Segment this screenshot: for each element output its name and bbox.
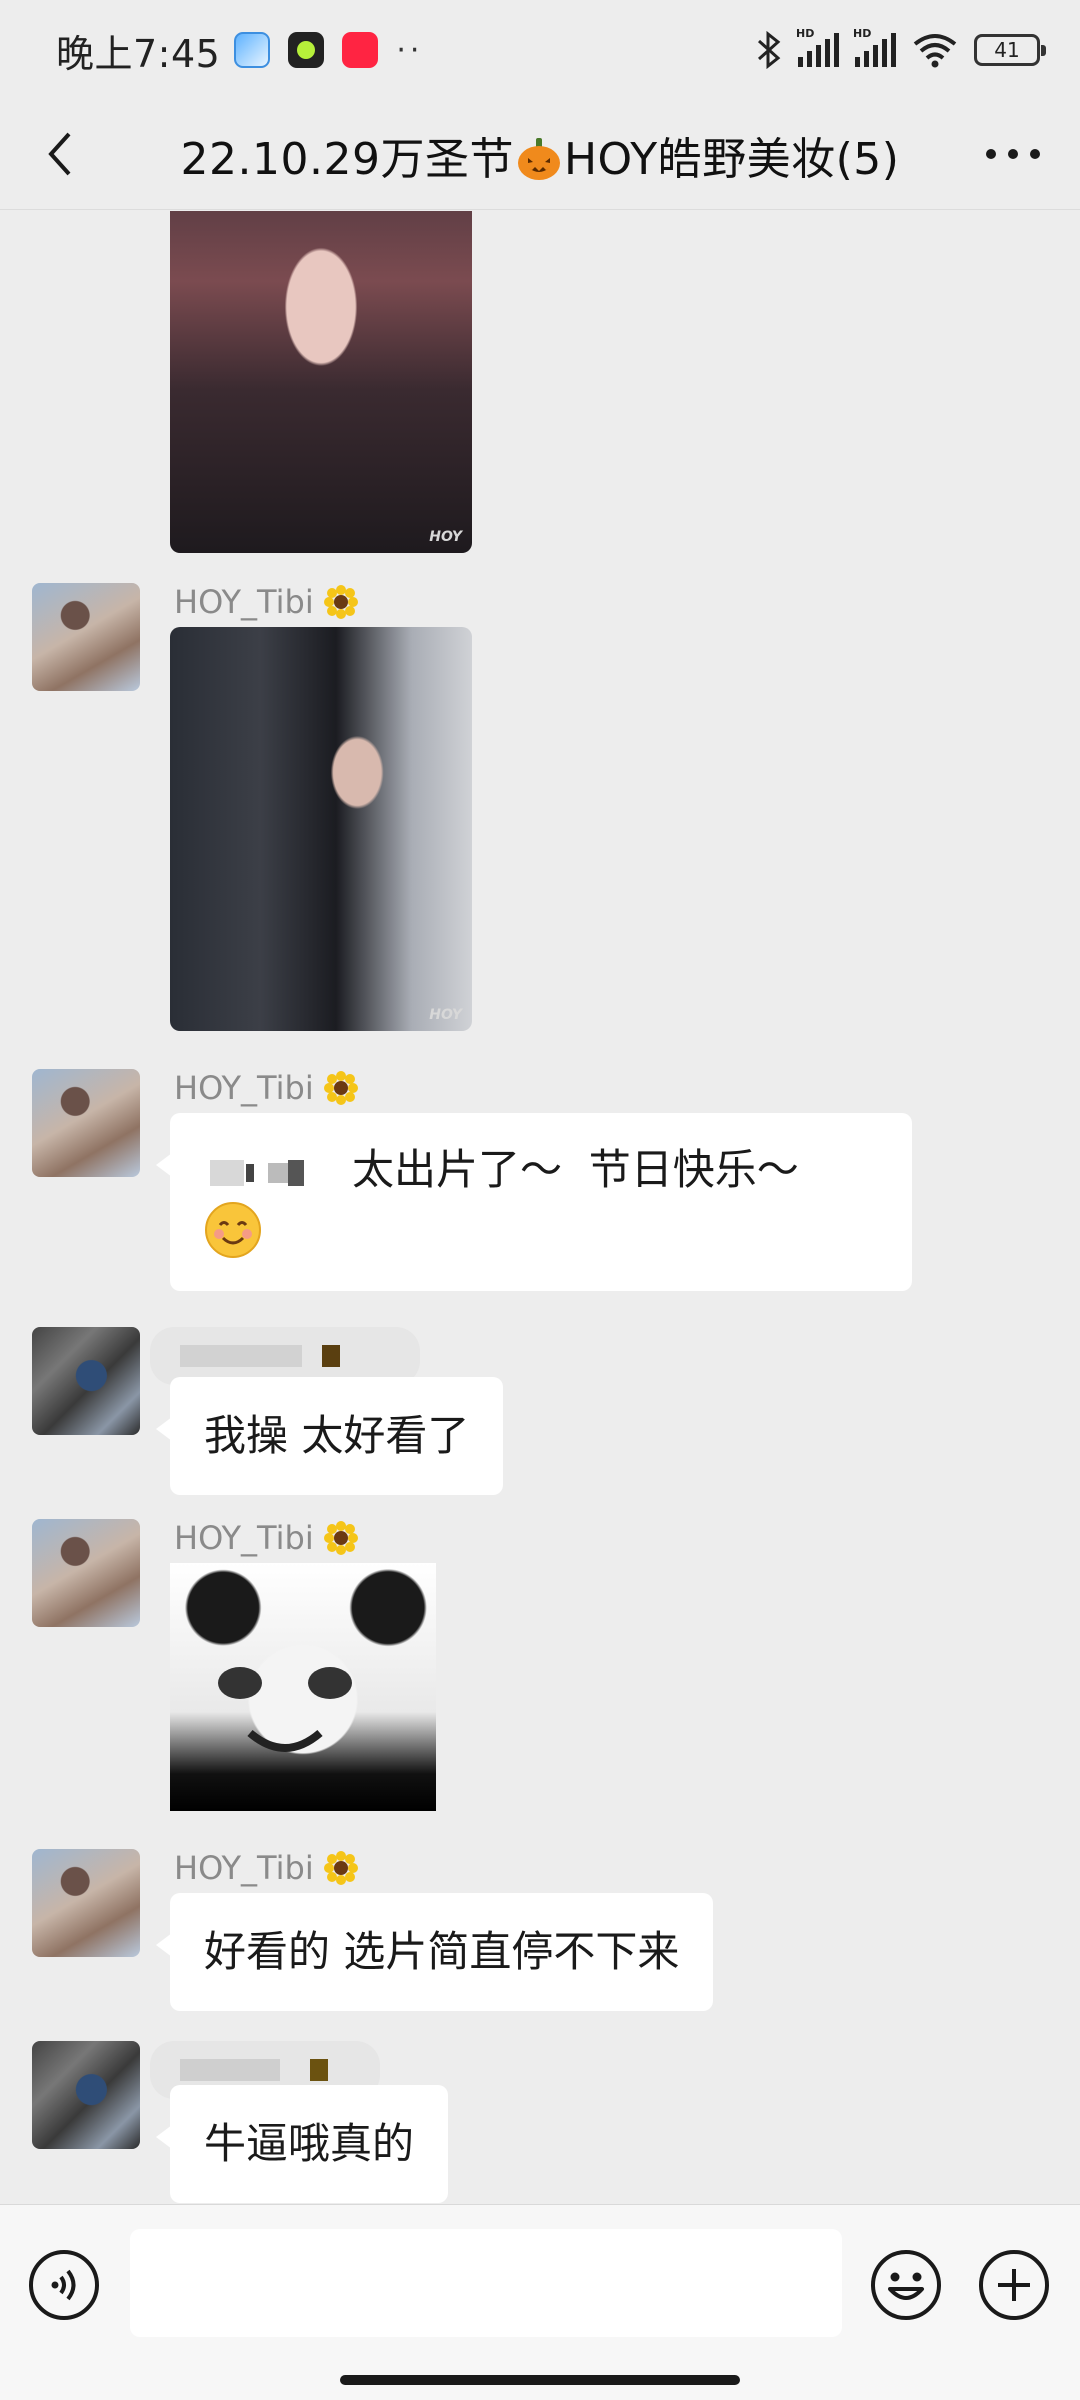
redacted-mention — [210, 1139, 322, 1201]
text-bubble[interactable]: 太出片了～ 节日快乐～ — [156, 1113, 912, 1291]
voice-input-button[interactable] — [28, 2249, 100, 2321]
more-options-button[interactable] — [978, 126, 1048, 182]
message-list[interactable]: HOY HOY_Tibi HOY HOY_Tibi 太出片了～ 节日快乐～ 我操… — [0, 211, 1080, 2204]
emoji-icon — [871, 2250, 941, 2320]
more-notifications-icon: ·· — [396, 32, 424, 68]
avatar[interactable] — [32, 2041, 140, 2149]
voice-icon — [29, 2250, 99, 2320]
bluetooth-icon — [757, 31, 781, 69]
smile-emoji-icon — [205, 1202, 261, 1258]
more-actions-button[interactable] — [978, 2249, 1050, 2321]
app-notification-icon — [234, 32, 271, 68]
status-bar: 晚上7:45 ·· HD HD 41 — [0, 0, 1080, 100]
text-bubble[interactable]: 牛逼哦真的 — [155, 2085, 449, 2203]
avatar[interactable] — [32, 1069, 140, 1177]
chevron-left-icon — [48, 132, 71, 176]
chat-header: 22.10.29万圣节 HOY皓野美妆(5) — [0, 100, 1080, 210]
avatar[interactable] — [32, 583, 140, 691]
more-dots-icon — [986, 149, 1040, 159]
photo-watermark: HOY — [429, 1007, 462, 1023]
image-message[interactable]: HOY — [170, 627, 472, 1031]
input-bar — [0, 2204, 1080, 2400]
sticker-message[interactable] — [170, 1563, 436, 1811]
sunflower-icon — [323, 1851, 358, 1885]
sunflower-icon — [323, 1071, 358, 1105]
back-button[interactable] — [32, 126, 88, 182]
home-indicator[interactable] — [340, 2375, 740, 2385]
plus-icon — [979, 2250, 1049, 2320]
photo-watermark: HOY — [429, 529, 462, 545]
avatar[interactable] — [32, 1849, 140, 1957]
avatar[interactable] — [32, 1519, 140, 1627]
wifi-icon — [913, 34, 957, 68]
sender-name: HOY_Tibi — [174, 1069, 358, 1107]
text-bubble[interactable]: 好看的 选片简直停不下来 — [155, 1893, 714, 2011]
text-bubble[interactable]: 我操 太好看了 — [155, 1377, 504, 1495]
signal-icon: HD — [853, 27, 896, 67]
panda-sticker-icon — [218, 1667, 352, 1752]
title-prefix: 22.10.29万圣节 — [180, 133, 514, 185]
page-title[interactable]: 22.10.29万圣节 HOY皓野美妆(5) — [181, 123, 900, 187]
sunflower-icon — [323, 585, 358, 619]
signal-icon: HD — [796, 27, 839, 67]
notification-icons: ·· — [234, 32, 423, 68]
app-notification-icon — [342, 32, 379, 68]
pumpkin-icon — [517, 137, 560, 180]
status-time: 晚上7:45 — [56, 31, 221, 76]
battery-icon: 41 — [974, 34, 1046, 66]
sender-name: HOY_Tibi — [174, 1849, 358, 1887]
system-indicators: HD HD 41 — [756, 27, 1046, 69]
emoji-button[interactable] — [870, 2249, 942, 2321]
message-input[interactable] — [130, 2229, 842, 2337]
app-notification-icon — [288, 32, 325, 68]
sunflower-icon — [323, 1521, 358, 1555]
avatar[interactable] — [32, 1327, 140, 1435]
image-message[interactable]: HOY — [170, 211, 472, 553]
title-suffix: HOY皓野美妆(5) — [563, 133, 900, 185]
sender-name: HOY_Tibi — [174, 1519, 358, 1557]
sender-name: HOY_Tibi — [174, 583, 358, 621]
